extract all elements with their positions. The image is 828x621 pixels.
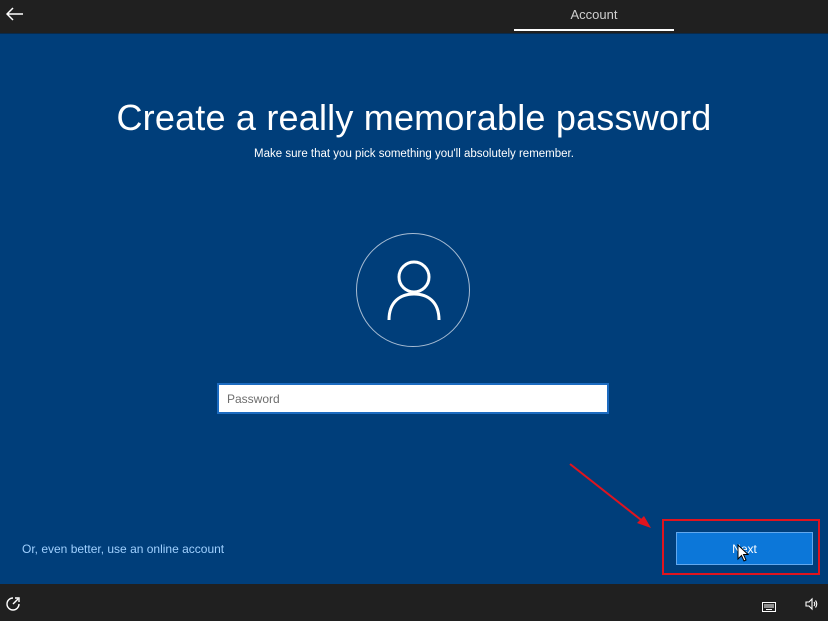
user-icon: [387, 260, 441, 321]
password-field[interactable]: [217, 383, 609, 414]
arrow-left-icon: [6, 7, 23, 21]
ease-of-access-button[interactable]: [5, 596, 21, 617]
avatar: [356, 233, 470, 347]
online-account-link[interactable]: Or, even better, use an online account: [22, 542, 224, 556]
page-title: Create a really memorable password: [116, 97, 712, 138]
annotation-arrow: [569, 463, 651, 528]
back-button[interactable]: [4, 3, 26, 25]
tab-account[interactable]: Account: [514, 0, 674, 31]
volume-icon: [805, 597, 818, 611]
keyboard-button[interactable]: [762, 599, 776, 617]
keyboard-icon: [762, 602, 776, 612]
top-bar: Account: [0, 0, 828, 34]
bottom-bar: [0, 584, 828, 621]
setup-panel: Create a really memorable password Make …: [0, 34, 828, 584]
next-button[interactable]: Next: [676, 532, 813, 565]
volume-button[interactable]: [805, 597, 819, 616]
page-subtitle: Make sure that you pick something you'll…: [254, 148, 574, 160]
ease-of-access-icon: [6, 597, 20, 611]
